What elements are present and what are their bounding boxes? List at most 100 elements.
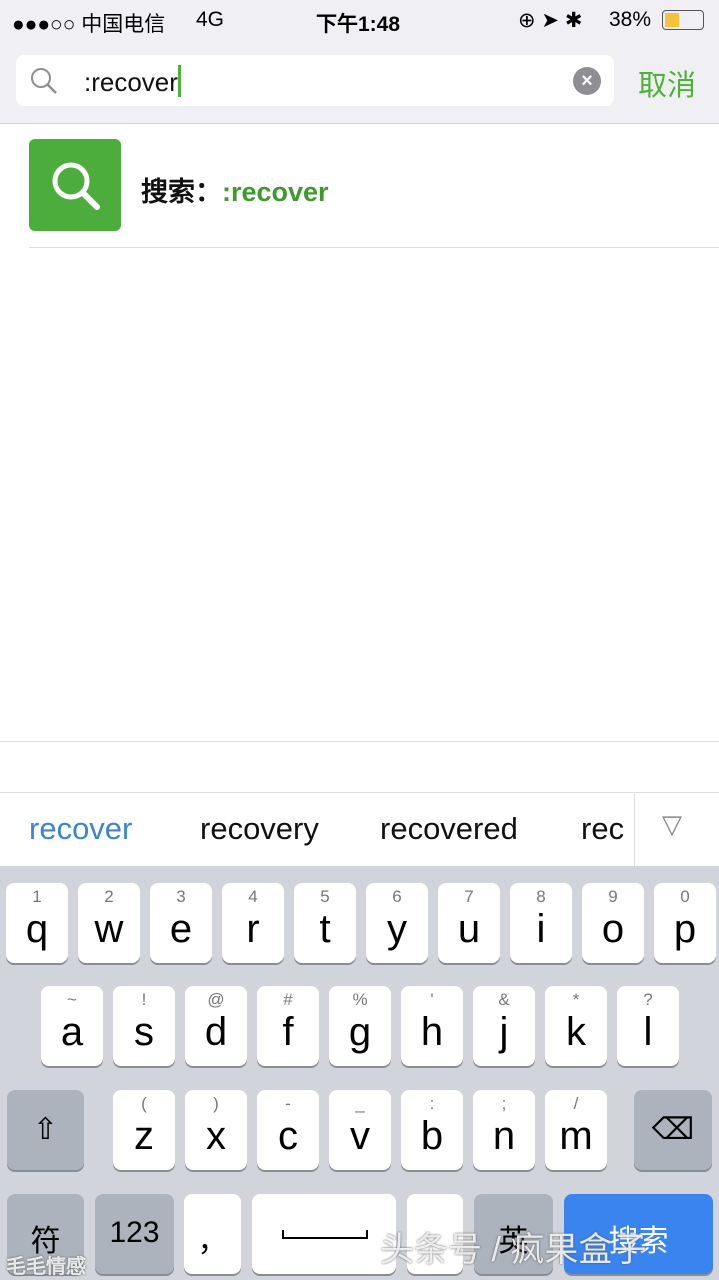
key-j[interactable]: & j [473, 986, 535, 1066]
clear-icon[interactable]: × [573, 67, 601, 95]
key-label: v [350, 1114, 370, 1158]
key-label: j [499, 1010, 509, 1054]
key-l[interactable]: ? l [617, 986, 679, 1066]
key-i[interactable]: 8i [510, 883, 572, 963]
key-label: k [566, 1010, 586, 1054]
key-hint: _ [355, 1094, 365, 1113]
key-o[interactable]: 9o [582, 883, 644, 963]
key-hint: ~ [67, 990, 77, 1009]
key-e[interactable]: 3e [150, 883, 212, 963]
key-hint: 8 [536, 887, 546, 906]
key-hint: 2 [104, 887, 114, 906]
key-label: n [492, 1114, 516, 1158]
key-c[interactable]: -c [257, 1090, 319, 1170]
key-label: h [420, 1010, 444, 1054]
space-icon [282, 1230, 368, 1239]
key-label: f [282, 1010, 294, 1054]
key-h[interactable]: ' h [401, 986, 463, 1066]
key-label: b [420, 1114, 444, 1158]
key-b[interactable]: :b [401, 1090, 463, 1170]
key-k[interactable]: * k [545, 986, 607, 1066]
key-g[interactable]: % g [329, 986, 391, 1066]
key-hint: & [498, 990, 510, 1009]
divider [634, 793, 635, 867]
cancel-button[interactable]: 取消 [638, 62, 696, 104]
key-label: d [204, 1010, 228, 1054]
key-hint: 3 [176, 887, 186, 906]
keyboard: 1 q 2 w 3 e 4 r 5 t 6 y 7 u 8 i 9 o 0 p ~ a! s @ d # f% g ' h & j * k? l(z… [0, 866, 719, 1280]
key-hint: # [283, 990, 293, 1009]
key-v[interactable]: _ v [329, 1090, 391, 1170]
key-x[interactable]: ) x [185, 1090, 247, 1170]
key-label: z [134, 1114, 154, 1158]
key-label: m [559, 1114, 593, 1158]
key-hint: * [572, 990, 580, 1009]
key-hint: 0 [680, 887, 690, 906]
suggestion[interactable]: recovered [380, 811, 518, 847]
key-hint: 7 [464, 887, 474, 906]
text-caret [177, 65, 181, 97]
key-label: p [673, 907, 697, 951]
suggestion[interactable]: recovery [200, 811, 319, 847]
key-label: s [134, 1010, 154, 1054]
numbers-key[interactable]: 123 [95, 1194, 174, 1274]
search-result-row[interactable]: 搜索：:recover [0, 125, 719, 248]
key-hint: : [429, 1094, 435, 1113]
key-hint: ! [141, 990, 147, 1009]
network: 4G [196, 8, 225, 31]
suggestion-bar: recover recovery recovered rec ▽ [0, 792, 719, 867]
key-label: e [169, 907, 193, 951]
key-z[interactable]: (z [113, 1090, 175, 1170]
status-bar: ●●●○○ 中国电信 4G 下午1:48 ⊕ ➤ ✱ 38% [0, 0, 719, 40]
key-hint: 4 [248, 887, 258, 906]
key-w[interactable]: 2w [78, 883, 140, 963]
search-icon [29, 139, 121, 231]
suggestion[interactable]: recover [29, 811, 132, 847]
key-hint: 5 [320, 887, 330, 906]
key-label: u [457, 907, 481, 951]
space-key[interactable] [252, 1194, 396, 1274]
key-n[interactable]: ; n [473, 1090, 535, 1170]
header: ●●●○○ 中国电信 4G 下午1:48 ⊕ ➤ ✱ 38% :recover … [0, 0, 719, 124]
key-hint: ? [643, 990, 653, 1009]
key-q[interactable]: 1q [6, 883, 68, 963]
carrier: ●●●○○ 中国电信 [12, 13, 166, 36]
result-prefix: 搜索： [141, 177, 222, 207]
search-icon [31, 68, 57, 94]
key-hint: 1 [32, 887, 42, 906]
key-label: r [246, 907, 260, 951]
key-f[interactable]: # f [257, 986, 319, 1066]
key-label: ⌫ [651, 1113, 695, 1146]
watermark: 头条号 / 疯果盒子 [380, 1231, 647, 1269]
delete-key[interactable]: ⌫ [634, 1090, 712, 1170]
status-icons: ⊕ ➤ ✱ [518, 9, 583, 32]
battery-icon [662, 10, 704, 30]
battery-percent: 38% [609, 8, 652, 31]
key-u[interactable]: 7u [438, 883, 500, 963]
key-p[interactable]: 0p [654, 883, 716, 963]
key-s[interactable]: ! s [113, 986, 175, 1066]
key-label: x [206, 1114, 226, 1158]
key-d[interactable]: @ d [185, 986, 247, 1066]
key-hint: 9 [608, 887, 618, 906]
suggestion[interactable]: rec [581, 811, 633, 847]
key-a[interactable]: ~ a [41, 986, 103, 1066]
key-m[interactable]: / m [545, 1090, 607, 1170]
search-input[interactable]: :recover × [16, 55, 614, 106]
expand-icon[interactable]: ▽ [662, 809, 682, 840]
shift-key[interactable]: ⇧ [7, 1090, 84, 1170]
key-label: i [536, 907, 546, 951]
key-hint: ' [430, 990, 434, 1009]
key-hint: ; [501, 1094, 507, 1113]
key-label: w [94, 907, 124, 951]
key-y[interactable]: 6y [366, 883, 428, 963]
key-label: ⇧ [32, 1113, 59, 1146]
key-t[interactable]: 5t [294, 883, 356, 963]
key-label: q [25, 907, 49, 951]
key-label: g [348, 1010, 372, 1054]
comma-key[interactable]: ， [184, 1194, 241, 1274]
key-r[interactable]: 4r [222, 883, 284, 963]
key-hint: / [573, 1094, 579, 1113]
result-query: :recover [222, 177, 329, 207]
key-label: ， [197, 1225, 228, 1258]
